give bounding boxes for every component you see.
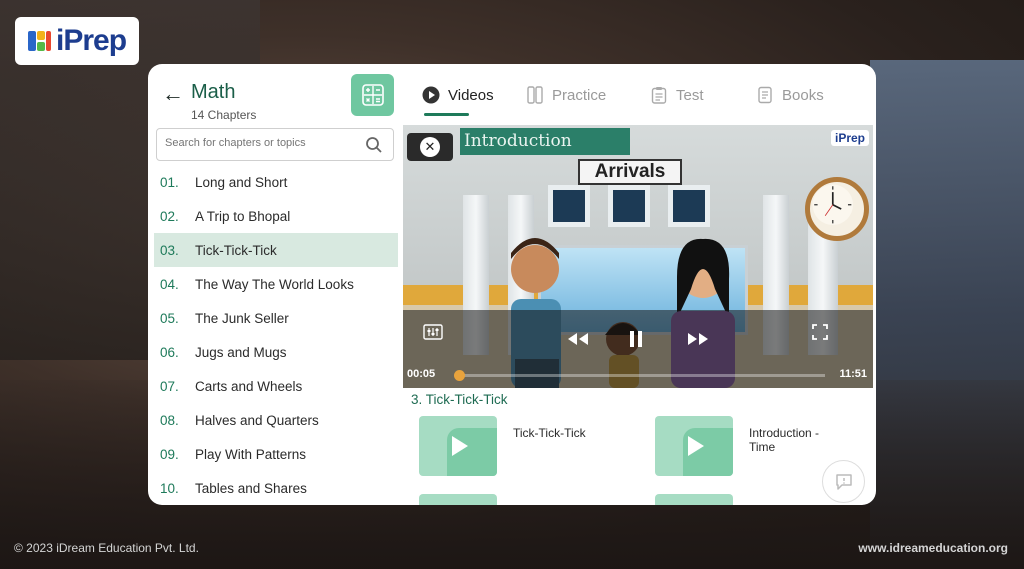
video-frame-screen <box>548 185 590 227</box>
search-icon[interactable] <box>365 136 383 154</box>
iprep-logo-icon <box>27 29 52 53</box>
subject-title: Math <box>191 81 236 103</box>
chapter-number: 01. <box>160 174 179 190</box>
chapter-title: Play With Patterns <box>195 446 307 462</box>
content-tabs: Videos Practice Test Books <box>420 83 860 115</box>
chapter-title: Halves and Quarters <box>195 412 319 428</box>
chapter-title: Tables and Shares <box>195 480 307 496</box>
chapter-item[interactable]: 02. A Trip to Bhopal <box>154 199 398 233</box>
play-icon <box>452 436 468 456</box>
rewind-icon[interactable] <box>567 331 589 347</box>
progress-knob[interactable] <box>453 370 465 381</box>
back-arrow-icon[interactable]: ← <box>162 81 184 107</box>
chapter-list: 01. Long and Short 02. A Trip to Bhopal 03… <box>154 165 398 505</box>
iprep-logo: iPrep <box>15 17 139 65</box>
chapter-number: 06. <box>160 344 179 360</box>
chapter-number: 02. <box>160 208 179 224</box>
play-icon <box>688 436 704 456</box>
equalizer-settings-icon[interactable] <box>423 324 443 340</box>
footer-copyright: © 2023 iDream Education Pvt. Ltd. <box>14 541 199 555</box>
video-thumbnail[interactable] <box>419 416 497 476</box>
tab-books[interactable]: Books <box>756 83 824 107</box>
wall-clock <box>805 177 869 241</box>
arrivals-sign: Arrivals <box>578 159 682 185</box>
intro-banner: Introduction <box>460 128 630 155</box>
video-title[interactable]: Tick-Tick-Tick <box>513 426 633 440</box>
chapter-number: 10. <box>160 480 179 496</box>
chapter-title: The Way The World Looks <box>195 276 354 292</box>
chapter-number: 08. <box>160 412 179 428</box>
chapter-panel: ← Math 14 Chapters Search for chapters o… <box>148 64 402 505</box>
fullscreen-icon[interactable] <box>812 324 828 340</box>
chapter-item[interactable]: 05. The Junk Seller <box>154 301 398 335</box>
chapter-item-active[interactable]: 03. Tick-Tick-Tick <box>154 233 398 267</box>
video-thumbnail[interactable] <box>655 416 733 476</box>
grid-view-button[interactable] <box>351 74 394 116</box>
fast-forward-icon[interactable] <box>687 331 709 347</box>
video-player[interactable]: Arrivals Introduction ✕ iPrep 00:05 11:5… <box>403 125 873 388</box>
footer-website[interactable]: www.idreameducation.org <box>858 541 1008 555</box>
content-card: ← Math 14 Chapters Search for chapters o… <box>148 64 876 505</box>
chapter-number: 07. <box>160 378 179 394</box>
chapter-count: 14 Chapters <box>191 108 257 122</box>
tab-label: Practice <box>552 86 607 104</box>
tab-test[interactable]: Test <box>650 83 704 107</box>
progress-bar[interactable] <box>453 370 825 381</box>
play-circle-icon <box>422 86 440 104</box>
chapter-number: 04. <box>160 276 179 292</box>
total-time: 11:51 <box>839 368 867 380</box>
pause-icon[interactable] <box>628 330 644 348</box>
chapter-item[interactable]: 07. Carts and Wheels <box>154 369 398 403</box>
chapter-title: Long and Short <box>195 174 288 190</box>
search-input[interactable] <box>165 137 355 149</box>
search-box <box>156 128 394 161</box>
chapter-item[interactable]: 06. Jugs and Mugs <box>154 335 398 369</box>
video-frame-screen <box>668 185 710 227</box>
tab-practice[interactable]: Practice <box>526 83 606 107</box>
chapter-item[interactable]: 01. Long and Short <box>154 165 398 199</box>
chapter-title: A Trip to Bhopal <box>195 208 291 224</box>
practice-icon <box>527 86 543 104</box>
chapter-item[interactable]: 09. Play With Patterns <box>154 437 398 471</box>
tab-label: Books <box>782 86 824 104</box>
video-card[interactable] <box>419 416 497 476</box>
feedback-icon <box>835 473 852 490</box>
chapter-item[interactable]: 04. The Way The World Looks <box>154 267 398 301</box>
chapter-title: Tick-Tick-Tick <box>195 242 277 258</box>
book-icon <box>758 86 772 104</box>
chapter-item[interactable]: 08. Halves and Quarters <box>154 403 398 437</box>
chapter-title: The Junk Seller <box>195 310 289 326</box>
chapter-number: 09. <box>160 446 179 462</box>
calculator-grid-icon <box>361 84 384 106</box>
current-time: 00:05 <box>407 368 436 380</box>
section-title: 3. Tick-Tick-Tick <box>411 392 508 407</box>
chapter-number: 03. <box>160 242 179 258</box>
chapter-title: Carts and Wheels <box>195 378 303 394</box>
close-video-button[interactable]: ✕ <box>407 133 453 161</box>
video-thumbnail-partial[interactable] <box>655 494 733 505</box>
video-card[interactable] <box>655 416 733 476</box>
feedback-button[interactable] <box>822 460 865 503</box>
tab-videos[interactable]: Videos <box>422 83 494 107</box>
tab-label: Test <box>676 86 704 104</box>
logo-text: iPrep <box>55 24 127 57</box>
chapter-item[interactable]: 10. Tables and Shares <box>154 471 398 505</box>
video-title[interactable]: Introduction - Time <box>749 426 844 454</box>
video-thumbnail-partial[interactable] <box>419 494 497 505</box>
clipboard-icon <box>651 87 667 104</box>
chapter-title: Jugs and Mugs <box>195 344 287 360</box>
tab-label: Videos <box>448 86 494 104</box>
chapter-number: 05. <box>160 310 179 326</box>
video-frame-screen <box>608 185 650 227</box>
watermark-logo: iPrep <box>830 130 869 146</box>
active-tab-indicator <box>424 113 469 116</box>
close-icon: ✕ <box>420 137 440 157</box>
